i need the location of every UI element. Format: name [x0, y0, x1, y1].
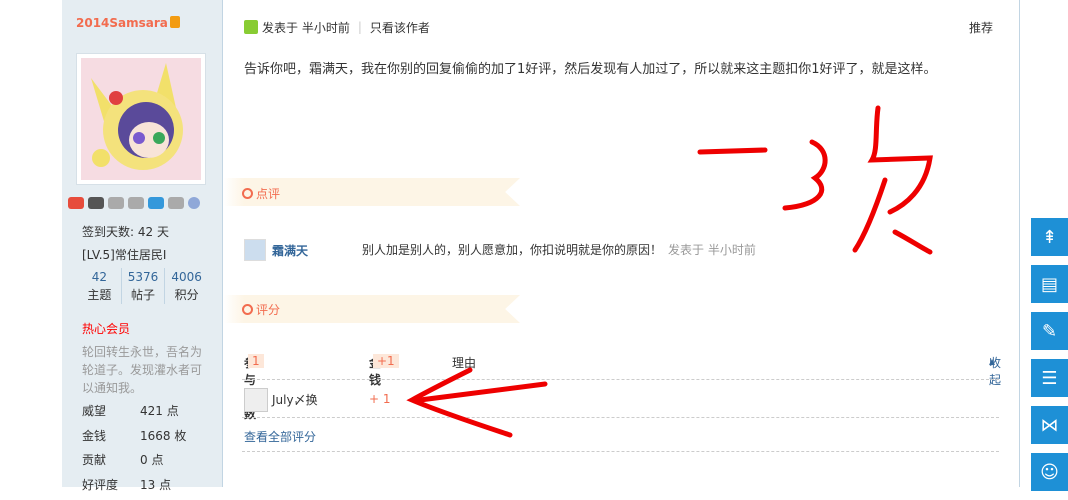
divider	[242, 417, 999, 418]
user-level[interactable]: [LV.5]常住居民I	[82, 246, 166, 263]
avatar-image	[81, 58, 201, 180]
medal-icon[interactable]	[108, 197, 124, 209]
post-header: 发表于 半小时前 | 只看该作者 推荐	[244, 18, 993, 36]
only-author-link[interactable]: 只看该作者	[370, 19, 430, 36]
post-main: 发表于 半小时前 | 只看该作者 推荐 告诉你吧，霜满天，我在你别的回复偷偷的加…	[224, 0, 1020, 487]
share-icon[interactable]: ⋈	[1031, 406, 1068, 444]
commenter-avatar[interactable]	[244, 239, 266, 261]
rater-name[interactable]: July〆换	[272, 391, 318, 408]
floating-toolbar: ⇞ ▤ ✎ ☰ ⋈ ☺	[1031, 218, 1068, 500]
stat-points[interactable]: 4006 积分	[165, 268, 208, 304]
user-stats: 42 主题 5376 帖子 4006 积分	[78, 268, 208, 304]
checkin-days: 签到天数: 42 天	[82, 225, 169, 239]
user-motto: 轮回转生永世，吾名为轮道子。发现灌水者可以通知我。	[82, 345, 203, 395]
top-icon[interactable]: ⇞	[1031, 218, 1068, 256]
medal-icon[interactable]	[128, 197, 144, 209]
stat-threads[interactable]: 42 主题	[78, 268, 122, 304]
medal-row	[68, 197, 200, 209]
medal-icon[interactable]	[148, 197, 164, 209]
comment-text: 别人加是别人的，别人愿意加，你扣说明就是你的原因！ 发表于 半小时前	[362, 243, 756, 257]
view-all-ratings-link[interactable]: 查看全部评分	[244, 428, 316, 445]
rater-avatar[interactable]	[244, 388, 268, 412]
prop-prestige: 威望 421 点	[82, 404, 179, 418]
rating-section-title: 评分	[242, 301, 280, 318]
circle-icon	[242, 304, 253, 315]
online-icon	[244, 20, 258, 34]
menu-icon[interactable]: ☰	[1031, 359, 1068, 397]
medal-icon[interactable]	[88, 197, 104, 209]
collapse-link[interactable]: 收起 ▴	[989, 354, 1001, 387]
circle-icon	[242, 188, 253, 199]
reason-label: 理由	[452, 356, 477, 370]
user-icon[interactable]: ☺	[1031, 453, 1068, 491]
author-sidebar: 2014Samsara 签到天数: 42 天 [LV.5]常住居民I 42 主题…	[62, 0, 223, 492]
prop-contribution: 贡献 0 点	[82, 453, 164, 467]
list-icon[interactable]: ▤	[1031, 265, 1068, 303]
vip-icon	[169, 16, 180, 28]
recommend-link[interactable]: 推荐	[969, 19, 993, 36]
rating-header: 参与人数1 金钱+1 理由 收起 ▴	[244, 354, 1001, 421]
medal-icon[interactable]	[168, 197, 184, 209]
author-name[interactable]: 2014Samsara	[76, 16, 180, 30]
comment-time: 发表于 半小时前	[668, 243, 756, 257]
divider	[242, 451, 999, 452]
rating-value: + 1	[369, 392, 391, 406]
prop-money: 金钱 1668 枚	[82, 429, 187, 443]
stat-posts[interactable]: 5376 帖子	[122, 268, 166, 304]
comment-section-title: 点评	[242, 185, 280, 202]
avatar[interactable]	[76, 53, 206, 185]
user-title: 热心会员	[82, 322, 131, 336]
medal-icon[interactable]	[68, 197, 84, 209]
commenter-name[interactable]: 霜满天	[272, 242, 308, 259]
separator: |	[357, 20, 362, 34]
post-time: 发表于 半小时前	[262, 20, 350, 35]
prop-reputation: 好评度 13 点	[82, 478, 172, 492]
post-content: 告诉你吧，霜满天，我在你别的回复偷偷的加了1好评，然后发现有人加过了，所以就来这…	[244, 62, 937, 77]
help-icon[interactable]	[188, 197, 200, 209]
edit-icon[interactable]: ✎	[1031, 312, 1068, 350]
divider	[242, 379, 999, 380]
